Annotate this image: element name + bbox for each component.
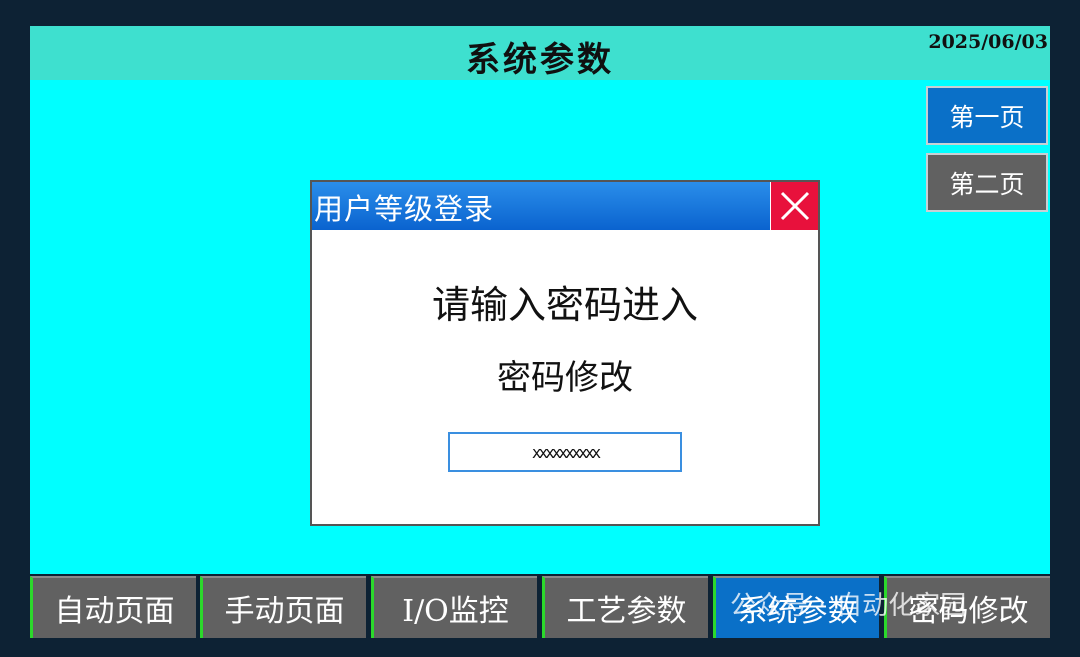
change-password-link[interactable]: 密码修改 [312,350,818,399]
login-dialog: 用户等级登录 请输入密码进入 密码修改 xxxxxxxxxx [310,180,820,526]
nav-io-monitor[interactable]: I/O监控 [371,576,537,638]
nav-password-change[interactable]: 密码修改 [884,576,1050,638]
dialog-title: 用户等级登录 [314,192,495,226]
nav-process-params[interactable]: 工艺参数 [542,576,708,638]
nav-auto-page[interactable]: 自动页面 [30,576,196,638]
nav-system-params[interactable]: 系统参数 [713,576,879,638]
page-title: 系统参数 [466,40,614,80]
nav-manual-page[interactable]: 手动页面 [200,576,366,638]
dialog-header: 用户等级登录 [312,182,818,230]
date-display: 2025/06/03 [928,31,1048,53]
title-bar: 系统参数 2025/06/03 [30,26,1050,80]
close-button[interactable] [770,182,818,230]
password-input[interactable]: xxxxxxxxxx [448,432,682,472]
page-one-button[interactable]: 第一页 [926,86,1048,145]
page-two-button[interactable]: 第二页 [926,153,1048,212]
bottom-nav: 自动页面 手动页面 I/O监控 工艺参数 系统参数 密码修改 [30,574,1050,640]
password-prompt: 请输入密码进入 [431,283,698,327]
close-icon [780,191,810,221]
hmi-screen: 系统参数 2025/06/03 第一页 第二页 用户等级登录 请输入密码进入 密… [30,26,1050,640]
